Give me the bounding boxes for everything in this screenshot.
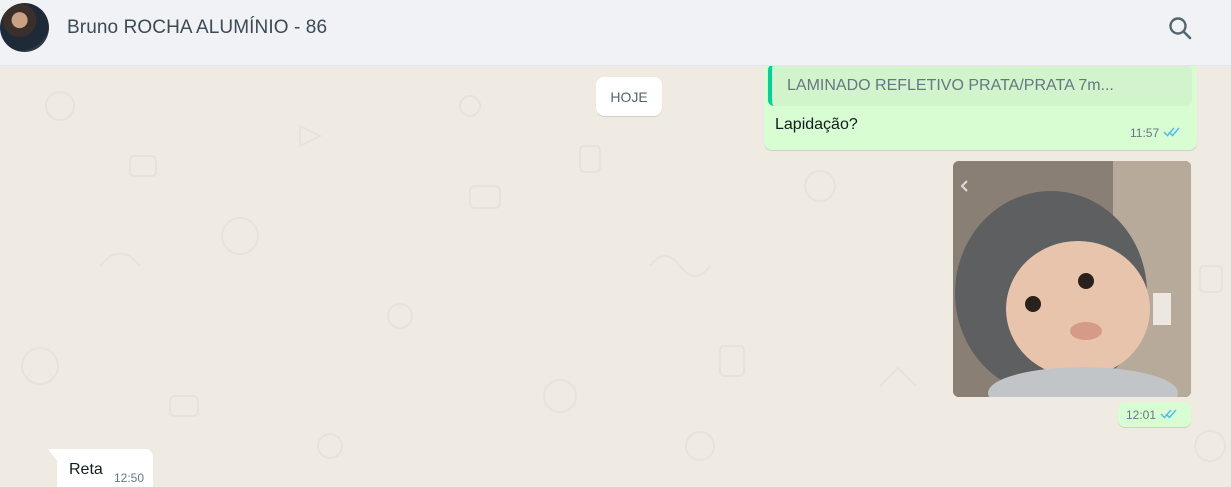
message-time: 12:01 [1126, 408, 1157, 422]
search-icon[interactable] [1165, 14, 1195, 44]
image-message[interactable] [953, 161, 1191, 397]
date-separator: HOJE [596, 77, 662, 116]
incoming-message[interactable]: Reta 12:50 [57, 449, 153, 487]
contact-avatar[interactable] [0, 3, 49, 52]
message-time: 12:50 [114, 471, 145, 485]
double-check-icon [1160, 408, 1178, 422]
double-check-icon [1163, 126, 1181, 140]
baby-photo [953, 161, 1191, 397]
chat-area[interactable]: HOJE LAMINADO REFLETIVO PRATA/PRATA 7m..… [0, 66, 1231, 487]
image-message-meta: 12:01 [1118, 402, 1191, 427]
quoted-message[interactable]: LAMINADO REFLETIVO PRATA/PRATA 7m... [768, 66, 1192, 106]
quoted-message-text: LAMINADO REFLETIVO PRATA/PRATA 7m... [787, 77, 1114, 94]
message-time: 11:57 [1130, 126, 1160, 140]
message-text: Reta [69, 461, 103, 478]
message-meta: 11:57 [1130, 126, 1181, 140]
chat-header: Bruno ROCHA ALUMÍNIO - 86 [0, 0, 1231, 66]
outgoing-message[interactable]: LAMINADO REFLETIVO PRATA/PRATA 7m... Lap… [764, 66, 1197, 150]
contact-name[interactable]: Bruno ROCHA ALUMÍNIO - 86 [67, 17, 327, 39]
message-text: Lapidação? [775, 116, 858, 133]
